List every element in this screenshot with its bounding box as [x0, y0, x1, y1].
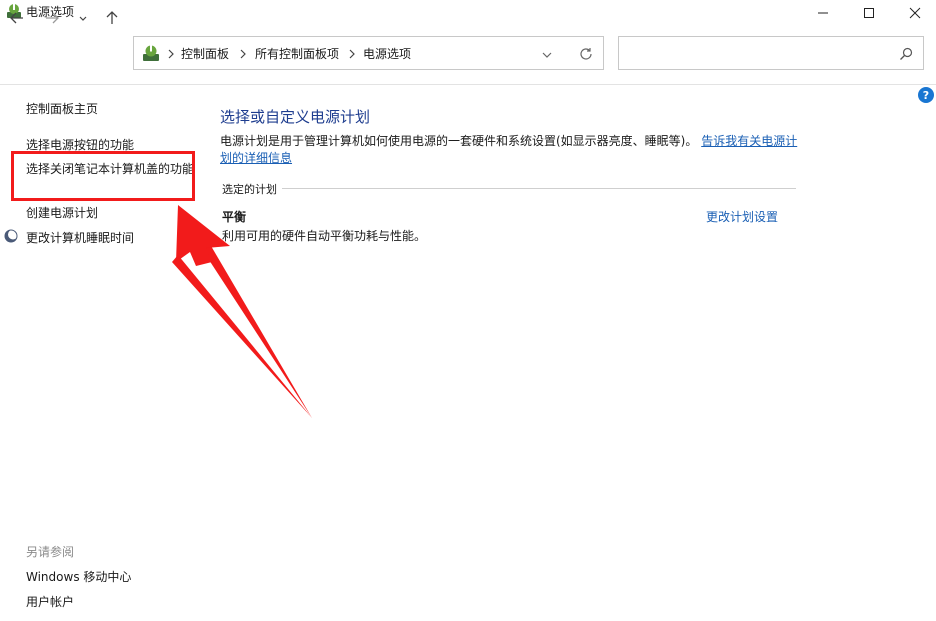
header-divider	[0, 84, 936, 85]
search-icon	[899, 46, 913, 60]
chevron-right-icon	[347, 46, 357, 60]
breadcrumb-all-items[interactable]: 所有控制面板项	[255, 45, 339, 62]
minimize-button[interactable]	[800, 0, 846, 26]
title-bar: 电源选项	[0, 0, 936, 28]
arrow-left-icon	[10, 12, 23, 24]
maximize-button[interactable]	[846, 0, 892, 26]
chevron-right-icon	[238, 46, 248, 60]
close-button[interactable]	[892, 0, 936, 26]
up-button[interactable]	[102, 8, 122, 28]
help-icon[interactable]: ?	[918, 87, 934, 103]
section-divider	[282, 188, 796, 189]
arrow-right-icon	[46, 12, 59, 24]
sidebar-link-home[interactable]: 控制面板主页	[26, 100, 98, 117]
chevron-down-icon	[542, 52, 552, 58]
plan-description: 利用可用的硬件自动平衡功耗与性能。	[222, 229, 427, 243]
arrow-up-icon	[106, 11, 118, 24]
change-plan-settings-link[interactable]: 更改计划设置	[706, 208, 778, 225]
recent-locations-button[interactable]	[73, 8, 93, 28]
refresh-icon	[580, 48, 592, 60]
sidebar-link-sleep-time[interactable]: 更改计算机睡眠时间	[26, 229, 134, 246]
breadcrumb-control-panel[interactable]: 控制面板	[181, 45, 229, 62]
minimize-icon	[818, 12, 828, 14]
annotation-arrow	[172, 205, 312, 418]
see-also-mobility-center[interactable]: Windows 移动中心	[26, 568, 131, 585]
maximize-icon	[864, 8, 874, 18]
chevron-down-icon	[79, 16, 87, 21]
chevron-right-icon	[166, 46, 176, 60]
control-panel-icon	[142, 44, 160, 62]
selected-plan-label: 选定的计划	[222, 183, 277, 196]
address-dropdown-button[interactable]	[540, 47, 554, 61]
forward-button[interactable]	[42, 8, 62, 28]
page-title: 选择或自定义电源计划	[220, 108, 371, 126]
see-also-heading: 另请参阅	[26, 545, 75, 559]
search-input[interactable]	[618, 36, 924, 70]
page-description: 电源计划是用于管理计算机如何使用电源的一套硬件和系统设置(如显示器亮度、睡眠等)…	[220, 133, 800, 167]
highlight-box	[11, 151, 195, 201]
see-also-user-accounts[interactable]: 用户帐户	[26, 593, 74, 610]
plan-name: 平衡	[222, 210, 247, 224]
description-text: 电源计划是用于管理计算机如何使用电源的一套硬件和系统设置(如显示器亮度、睡眠等)…	[220, 134, 698, 148]
back-button[interactable]	[7, 8, 27, 28]
moon-icon	[4, 228, 18, 243]
close-icon	[909, 7, 921, 19]
address-bar[interactable]: 控制面板 所有控制面板项 电源选项	[133, 36, 604, 70]
sidebar-link-create-plan[interactable]: 创建电源计划	[26, 204, 98, 221]
breadcrumb-power-options[interactable]: 电源选项	[363, 45, 411, 62]
refresh-button[interactable]	[578, 46, 594, 62]
